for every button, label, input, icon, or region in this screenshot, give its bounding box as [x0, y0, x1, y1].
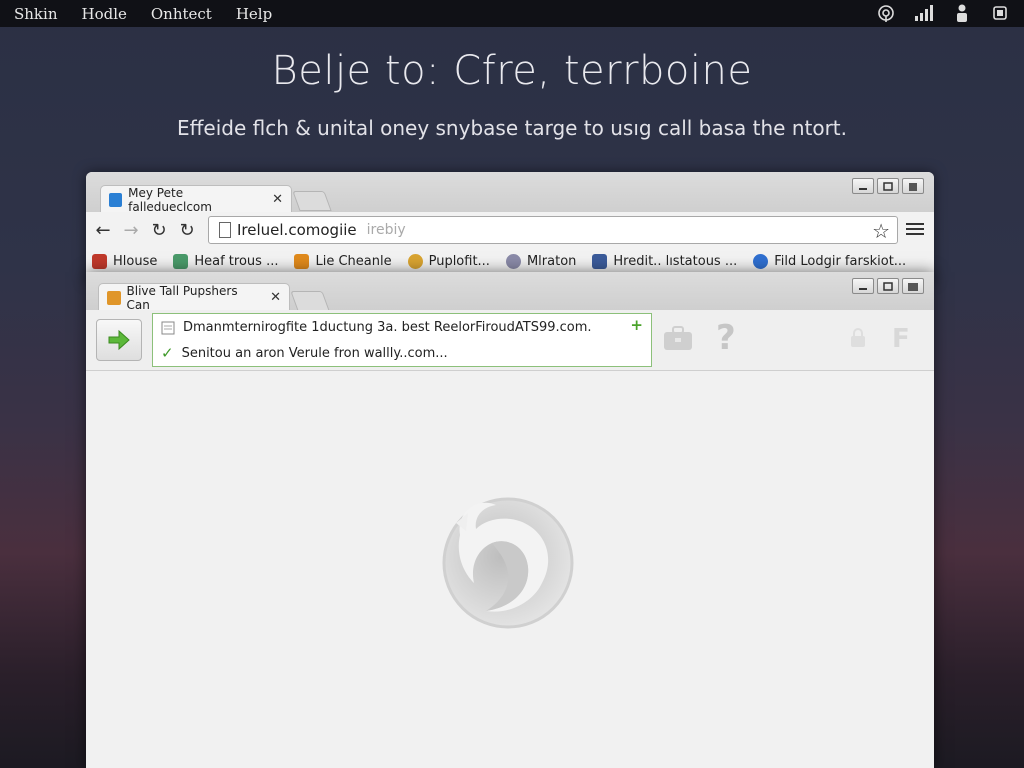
reload-icon[interactable]: ↻: [148, 220, 170, 241]
location-icon[interactable]: [876, 3, 896, 23]
browser-window-back: Mey Pete falledueclcom ✕ ← → ↻ ↻ Ireluel…: [86, 172, 934, 282]
tab-title: Mey Pete falledueclcom: [128, 185, 212, 214]
bookmark-label: Heaf trous ...: [194, 253, 279, 269]
browser-tab[interactable]: Mey Pete falledueclcom ✕: [100, 185, 292, 214]
tab-title-front: Blive Tall Pupshers Can: [126, 283, 238, 312]
bookmark-star-icon[interactable]: ☆: [872, 219, 890, 243]
front-toolbar: Dmanmternirogfite 1ductung 3a. best Reel…: [86, 310, 934, 371]
tab-strip: Mey Pete falledueclcom ✕: [86, 172, 934, 214]
bookmark-item-house[interactable]: Hlouse: [92, 253, 158, 269]
close-tab-icon[interactable]: ✕: [272, 192, 283, 207]
circle-bookmark-icon: [753, 253, 769, 269]
suggestion-row[interactable]: ✓ Senitou an aron Verule fron wallly..co…: [161, 344, 448, 362]
menu-icon[interactable]: [906, 220, 924, 238]
bookmark-item-mlraton[interactable]: Mlraton: [505, 253, 577, 269]
bookmark-label: Lie Cheanle: [315, 253, 392, 269]
bookmarks-bar: Hlouse Heaf trous ... Lie Cheanle Puplof…: [86, 248, 934, 274]
user-icon[interactable]: [952, 3, 972, 23]
system-menu: Shkin Hodle Onhtect Help: [14, 5, 296, 23]
close-tab-icon[interactable]: ✕: [270, 290, 281, 305]
bookmark-item-cheanle[interactable]: Lie Cheanle: [294, 253, 392, 269]
bookmark-item-hredit[interactable]: Hredit.. lıstatous ...: [592, 253, 738, 269]
bookmark-label: Hlouse: [113, 253, 158, 269]
page-content: [86, 371, 934, 768]
navigation-toolbar: ← → ↻ ↻ Ireluel.comogiie irebiy ☆: [86, 212, 934, 248]
signal-icon[interactable]: [914, 3, 934, 23]
maximize-button[interactable]: [877, 278, 899, 294]
system-tray: [876, 3, 1010, 23]
browser-window-front: Blive Tall Pupshers Can ✕ Dmanmternirogf…: [86, 272, 934, 768]
maximize-button[interactable]: [877, 178, 899, 194]
browser-logo-icon: [442, 497, 574, 629]
window-controls: [852, 278, 924, 294]
hero-subtitle: Effeide flch & unital oney snybase targe…: [176, 116, 848, 140]
page-icon: [161, 321, 175, 334]
add-icon[interactable]: +: [630, 316, 643, 334]
bookmark-item-leaf[interactable]: Heaf trous ...: [173, 253, 279, 269]
gear-bookmark-icon: [505, 253, 521, 269]
address-bar[interactable]: Ireluel.comogiie irebiy: [208, 216, 898, 244]
leaf-bookmark-icon: [173, 253, 189, 269]
stop-reload-icon[interactable]: ↻: [176, 220, 198, 241]
autocomplete-dropdown: Dmanmternirogfite 1ductung 3a. best Reel…: [152, 313, 652, 367]
menu-item-hodle[interactable]: Hodle: [81, 5, 126, 23]
close-window-button[interactable]: [902, 278, 924, 294]
check-icon: ✓: [161, 344, 174, 362]
folder-bookmark-icon: [294, 253, 310, 269]
address-url: Ireluel.comogiie: [237, 221, 357, 239]
briefcase-icon[interactable]: [662, 326, 694, 356]
help-icon[interactable]: ?: [716, 318, 736, 358]
window-controls: [852, 178, 924, 194]
forward-arrow-icon[interactable]: →: [120, 220, 142, 241]
go-arrow-icon: [108, 329, 130, 351]
browser-tab-front[interactable]: Blive Tall Pupshers Can ✕: [98, 283, 290, 312]
tab-strip-front: Blive Tall Pupshers Can ✕: [86, 272, 934, 312]
page-icon: [219, 222, 231, 238]
faint-lock-icon: [850, 328, 866, 354]
tab-favicon-icon: [109, 192, 123, 207]
go-button[interactable]: [96, 319, 142, 361]
bookmark-label: Hredit.. lıstatous ...: [613, 253, 738, 269]
close-window-button[interactable]: [902, 178, 924, 194]
new-tab-button[interactable]: [292, 191, 332, 211]
minimize-button[interactable]: [852, 178, 874, 194]
suggestion-text: Senitou an aron Verule fron wallly..com.…: [181, 345, 448, 361]
back-arrow-icon[interactable]: ←: [92, 220, 114, 241]
tab-favicon-icon: [107, 290, 121, 305]
system-menu-bar: Shkin Hodle Onhtect Help: [0, 0, 1024, 27]
page-bookmark-icon: [592, 253, 608, 269]
address-placeholder: irebiy: [366, 222, 406, 238]
battery-icon[interactable]: [990, 3, 1010, 23]
menu-item-shkin[interactable]: Shkin: [14, 5, 57, 23]
bookmark-item-puplofit[interactable]: Puplofit...: [407, 253, 490, 269]
bookmark-label: Mlraton: [526, 253, 577, 269]
hero-title: Belje to: Cfre, terrboine: [271, 48, 753, 94]
globe-bookmark-icon: [407, 253, 423, 269]
suggestion-row[interactable]: Dmanmternirogfite 1ductung 3a. best Reel…: [161, 320, 592, 335]
bookmark-label: Fild Lodgir farskiot...: [774, 253, 907, 269]
suggestion-text: Dmanmternirogfite 1ductung 3a. best Reel…: [183, 320, 592, 335]
menu-item-onhtect[interactable]: Onhtect: [151, 5, 212, 23]
home-bookmark-icon: [92, 253, 107, 269]
menu-item-help[interactable]: Help: [236, 5, 272, 23]
minimize-button[interactable]: [852, 278, 874, 294]
bookmark-label: Puplofit...: [428, 253, 490, 269]
faint-f-label: F: [892, 324, 910, 354]
bookmark-item-fild[interactable]: Fild Lodgir farskiot...: [753, 253, 907, 269]
new-tab-button[interactable]: [290, 291, 330, 311]
